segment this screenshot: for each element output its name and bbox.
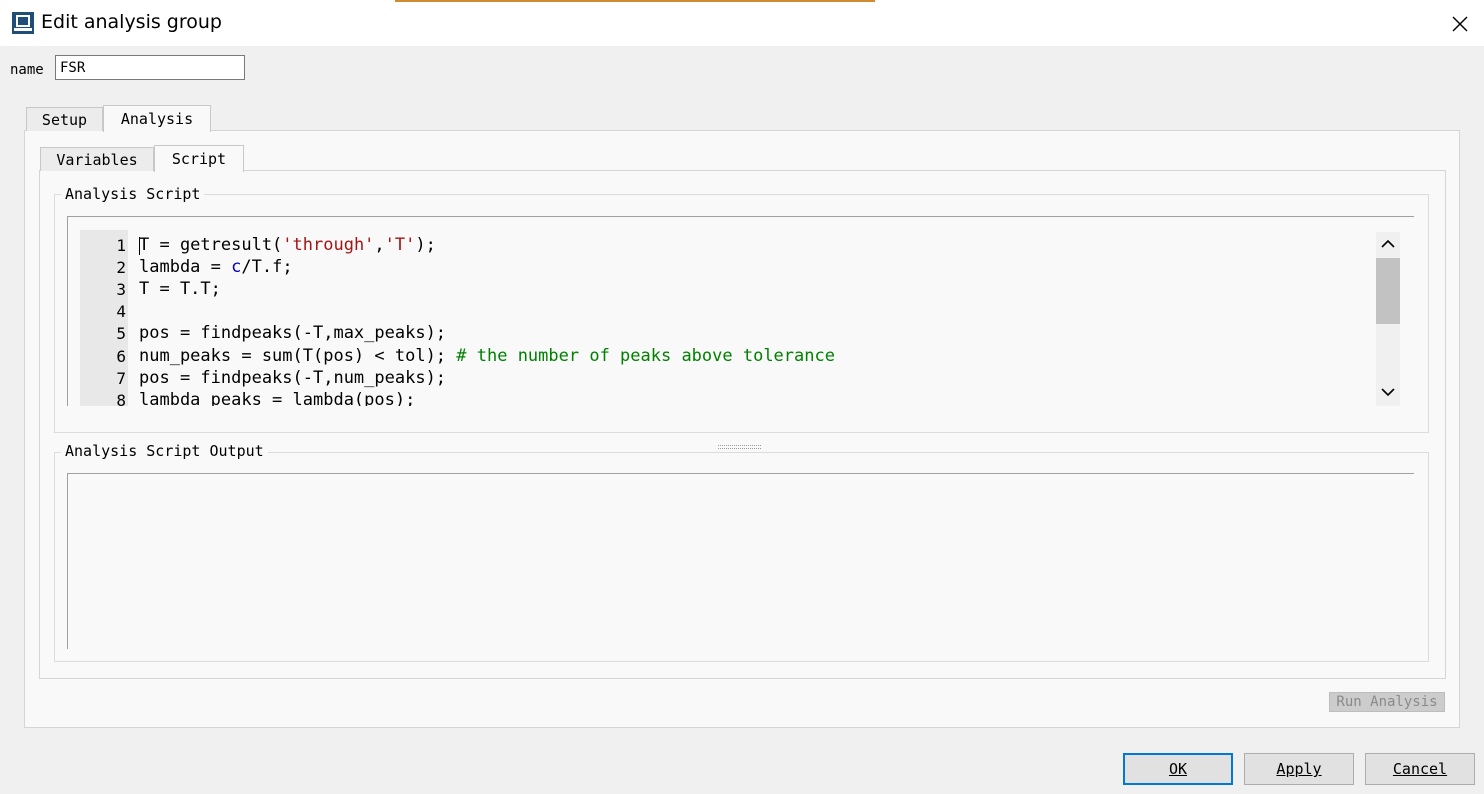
code-line[interactable]: lambda_peaks = lambda(pos); [139,390,415,406]
code-token: T = getresult( [139,235,283,255]
ok-button[interactable]: OK [1123,753,1233,785]
script-output-area[interactable] [67,473,1414,649]
code-token: lambda_peaks = lambda(pos); [139,389,416,406]
code-line[interactable]: pos = findpeaks(-T,max_peaks); [139,323,446,343]
scroll-down-icon[interactable] [1379,384,1397,404]
code-token: num_peaks = sum(T(pos) < tol); [139,345,457,366]
code-token: lambda = [139,257,232,278]
code-token: 'through' [282,235,375,255]
code-token: T = T.T; [139,279,221,300]
code-token: pos = findpeaks(-T,max_peaks); [139,323,447,344]
code-line[interactable]: T = getresult('through','T'); [139,235,436,255]
scrollbar-thumb[interactable] [1376,258,1400,324]
code-line[interactable]: T = T.T; [139,279,221,299]
apply-button[interactable]: Apply [1244,753,1354,785]
code-token: pos = findpeaks(-T,num_peaks); [139,367,447,388]
scroll-up-icon[interactable] [1379,236,1397,256]
cancel-button[interactable]: Cancel [1365,753,1475,785]
code-token: /T.f; [241,257,293,278]
code-lines[interactable]: T = getresult('through','T'); lambda = c/… [0,0,1484,406]
run-analysis-button[interactable]: Run Analysis [1329,692,1445,712]
code-token: c [231,257,242,278]
code-token: 'T' [384,235,416,255]
code-token: ); [415,235,436,255]
code-token: # the number of peaks above tolerance [456,345,835,366]
text-cursor [139,237,140,255]
code-line[interactable]: lambda = c/T.f; [139,257,293,277]
splitter-handle[interactable] [718,435,762,449]
code-line[interactable]: num_peaks = sum(T(pos) < tol); # the num… [139,346,835,366]
code-token: , [374,235,385,255]
code-line[interactable]: pos = findpeaks(-T,num_peaks); [139,368,446,388]
analysis-output-title: Analysis Script Output [61,442,268,460]
